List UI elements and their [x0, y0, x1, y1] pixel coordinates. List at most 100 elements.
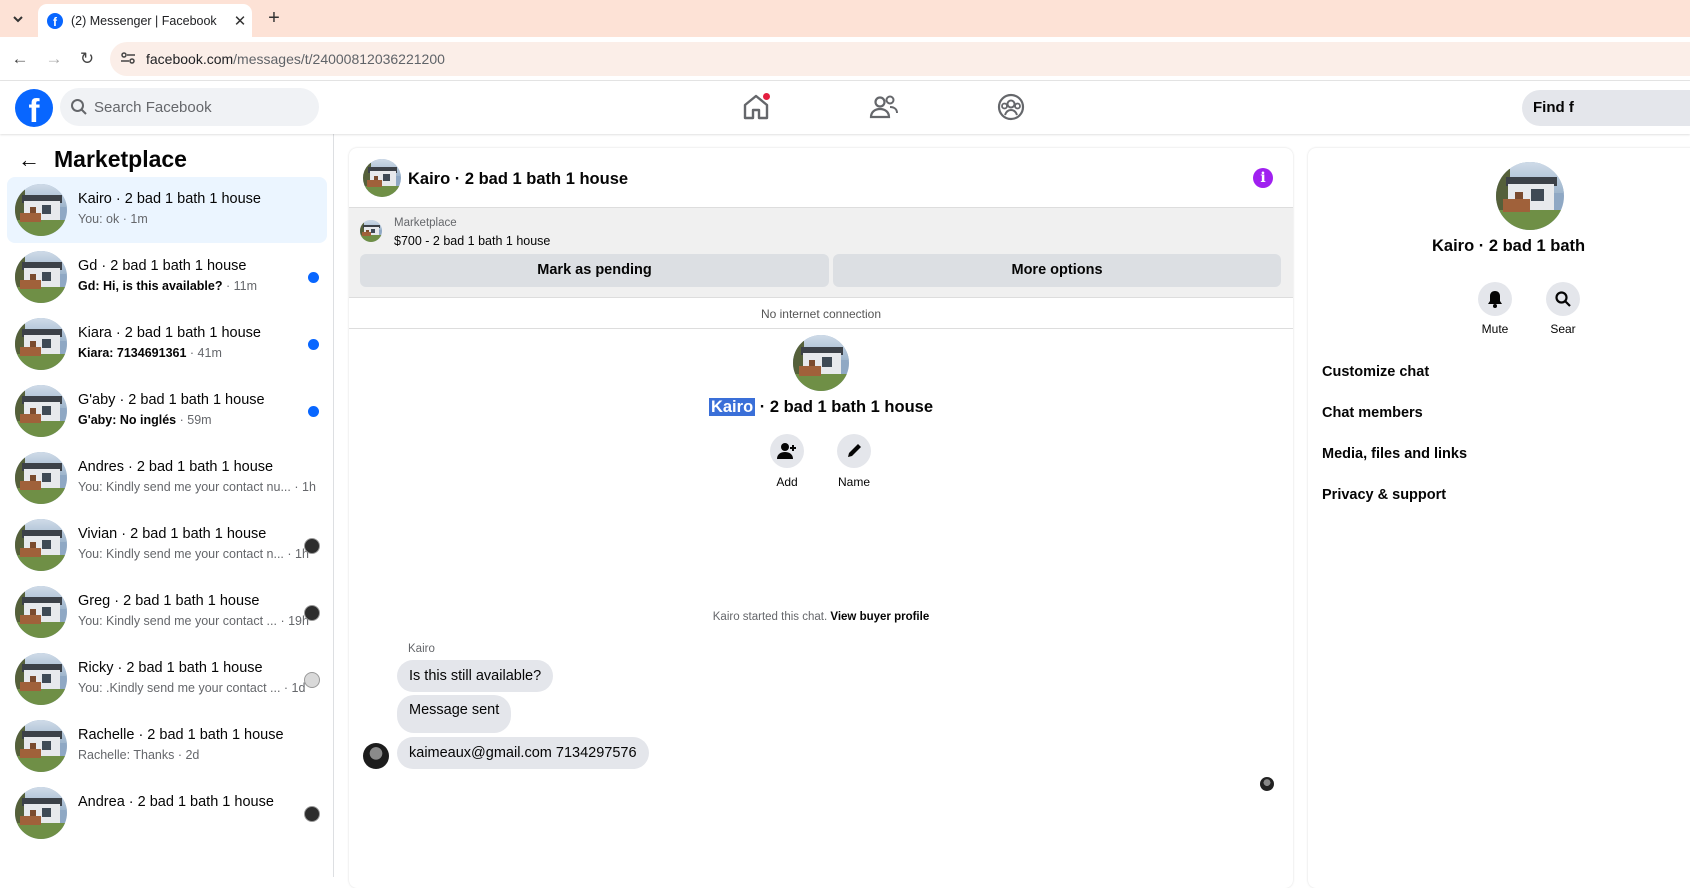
conversation-name: Gd · 2 bad 1 bath 1 house [78, 258, 247, 274]
back-arrow-icon[interactable]: ← [18, 147, 40, 173]
listing-thumbnail[interactable] [360, 220, 382, 242]
message-bubble[interactable]: Is this still available? [397, 660, 554, 692]
media-files-links-item[interactable]: Media, files and links [1322, 446, 1467, 462]
find-friends-button[interactable]: Find f [1522, 90, 1690, 126]
snippet-text: You: Kindly send me your contact nu... [78, 480, 291, 494]
conversation-item[interactable]: Gd · 2 bad 1 bath 1 house Gd: Hi, is this… [7, 244, 327, 310]
forward-arrow-icon[interactable]: → [42, 47, 66, 71]
panel-avatar[interactable] [1496, 162, 1564, 230]
seen-avatar [304, 538, 320, 554]
mute-label: Mute [1481, 322, 1509, 336]
conversation-name: Greg · 2 bad 1 bath 1 house [78, 593, 260, 609]
info-icon[interactable]: i [1253, 168, 1273, 188]
tab-title: (2) Messenger | Facebook [71, 13, 217, 28]
address-bar: ← → ↻ facebook.com/messages/t/2400081203… [0, 37, 1690, 81]
search-in-chat-button[interactable]: Sear [1533, 282, 1593, 336]
conversation-snippet: Rachelle: Thanks · 2d [78, 748, 199, 762]
snippet-time: · 1d [283, 681, 306, 695]
conversation-item[interactable]: Ricky · 2 bad 1 bath 1 house You: .Kindly… [7, 646, 327, 712]
chat-info-panel: Kairo · 2 bad 1 bath Mute Sear Customize… [1308, 148, 1690, 888]
snippet-text: Rachelle: Thanks [78, 748, 175, 762]
chat-started-note: Kairo started this chat. View buyer prof… [349, 611, 1293, 623]
search-label: Sear [1550, 322, 1576, 336]
customize-chat-item[interactable]: Customize chat [1322, 364, 1429, 380]
message-bubble[interactable]: Message sent [397, 695, 512, 733]
conversation-item[interactable]: Kiara · 2 bad 1 bath 1 house Kiara: 71346… [7, 311, 327, 377]
mark-as-pending-button[interactable]: Mark as pending [360, 254, 829, 287]
chat-avatar[interactable] [363, 159, 401, 197]
chat-title[interactable]: Kairo · 2 bad 1 bath 1 house [408, 170, 628, 189]
search-placeholder: Search Facebook [94, 98, 212, 116]
privacy-support-item[interactable]: Privacy & support [1322, 487, 1446, 503]
chat-header: Kairo · 2 bad 1 bath 1 house i [349, 148, 1293, 208]
search-input[interactable]: Search Facebook [60, 88, 319, 126]
sidebar-title: Marketplace [54, 146, 187, 172]
site-info-icon[interactable] [120, 50, 136, 66]
conversation-name: G'aby · 2 bad 1 bath 1 house [78, 392, 265, 408]
conversation-avatar [15, 184, 67, 236]
name-label: Name [837, 475, 870, 489]
search-icon [1555, 291, 1571, 307]
conversation-name: Rachelle · 2 bad 1 bath 1 house [78, 727, 284, 743]
chat-profile-name-rest: · 2 bad 1 bath 1 house [755, 398, 934, 416]
conversation-item[interactable]: Andrea · 2 bad 1 bath 1 house [7, 780, 327, 846]
add-people-button[interactable]: Add [757, 434, 817, 489]
snippet-text: Kiara: 7134691361 [78, 346, 187, 360]
search-icon [71, 99, 87, 115]
conversation-name: Andrea · 2 bad 1 bath 1 house [78, 794, 274, 810]
conversation-snippet: Gd: Hi, is this available? · 11m [78, 279, 257, 293]
groups-icon[interactable] [995, 91, 1027, 123]
chat-members-item[interactable]: Chat members [1322, 405, 1423, 421]
conversation-avatar [15, 720, 67, 772]
sender-avatar[interactable] [363, 743, 389, 769]
conversation-snippet: G'aby: No inglés · 59m [78, 413, 212, 427]
connection-status: No internet connection [349, 299, 1293, 329]
conversation-avatar [15, 385, 67, 437]
snippet-text: You: .Kindly send me your contact ... [78, 681, 281, 695]
chat-pane: Kairo · 2 bad 1 bath 1 house i Marketpla… [349, 148, 1293, 888]
unread-dot [308, 406, 319, 417]
mute-button[interactable]: Mute [1465, 282, 1525, 336]
browser-tab[interactable]: f (2) Messenger | Facebook ✕ [38, 4, 252, 37]
snippet-time: · 1m [122, 212, 148, 226]
conversation-item[interactable]: Vivian · 2 bad 1 bath 1 house You: Kindly… [7, 512, 327, 578]
message-bubble[interactable]: kaimeaux@gmail.com 7134297576 [397, 737, 649, 769]
conversation-item[interactable]: Greg · 2 bad 1 bath 1 house You: Kindly s… [7, 579, 327, 645]
conversation-snippet: Kiara: 7134691361 · 41m [78, 346, 222, 360]
listing-price[interactable]: $700 - 2 bad 1 bath 1 house [394, 234, 550, 248]
snippet-time: · 41m [189, 346, 222, 360]
back-arrow-icon[interactable]: ← [8, 47, 32, 71]
add-person-icon [777, 443, 796, 459]
conversation-item[interactable]: G'aby · 2 bad 1 bath 1 house G'aby: No in… [7, 378, 327, 444]
reload-icon[interactable]: ↻ [75, 47, 99, 71]
seen-avatar [304, 672, 320, 688]
view-buyer-profile-link[interactable]: View buyer profile [830, 611, 929, 623]
edit-name-button[interactable]: Name [824, 434, 884, 489]
home-notification-dot [763, 93, 770, 100]
conversation-item[interactable]: Andres · 2 bad 1 bath 1 house You: Kindly… [7, 445, 327, 511]
seen-avatar [304, 605, 320, 621]
add-label: Add [776, 475, 798, 489]
url-field[interactable]: facebook.com/messages/t/2400081203622120… [110, 42, 1690, 76]
conversation-item[interactable]: Rachelle · 2 bad 1 bath 1 house Rachelle:… [7, 713, 327, 779]
conversation-item[interactable]: Kairo · 2 bad 1 bath 1 house You: ok · 1m [7, 177, 327, 243]
sidebar-header: ← Marketplace [18, 146, 187, 173]
snippet-text: G'aby: No inglés [78, 413, 177, 427]
conversation-sidebar: ← Marketplace Kairo · 2 bad 1 bath 1 hou… [0, 134, 334, 877]
conversation-avatar [15, 318, 67, 370]
conversation-avatar [15, 787, 67, 839]
banner-label: Marketplace [394, 217, 457, 229]
snippet-text: You: ok [78, 212, 120, 226]
close-tab-icon[interactable]: ✕ [228, 12, 252, 30]
tab-search-button[interactable] [6, 8, 30, 30]
new-tab-button[interactable]: + [262, 7, 286, 31]
conversation-snippet: You: Kindly send me your contact nu... ·… [78, 480, 316, 494]
more-options-button[interactable]: More options [833, 254, 1281, 287]
facebook-logo-icon[interactable]: f [15, 89, 53, 127]
friends-icon[interactable] [868, 91, 900, 123]
unread-dot [308, 339, 319, 350]
snippet-text: Gd: Hi, is this available? [78, 279, 223, 293]
chat-profile-avatar[interactable] [793, 335, 849, 391]
selected-text: Kairo [708, 398, 756, 416]
snippet-time: · 1h [294, 480, 316, 494]
